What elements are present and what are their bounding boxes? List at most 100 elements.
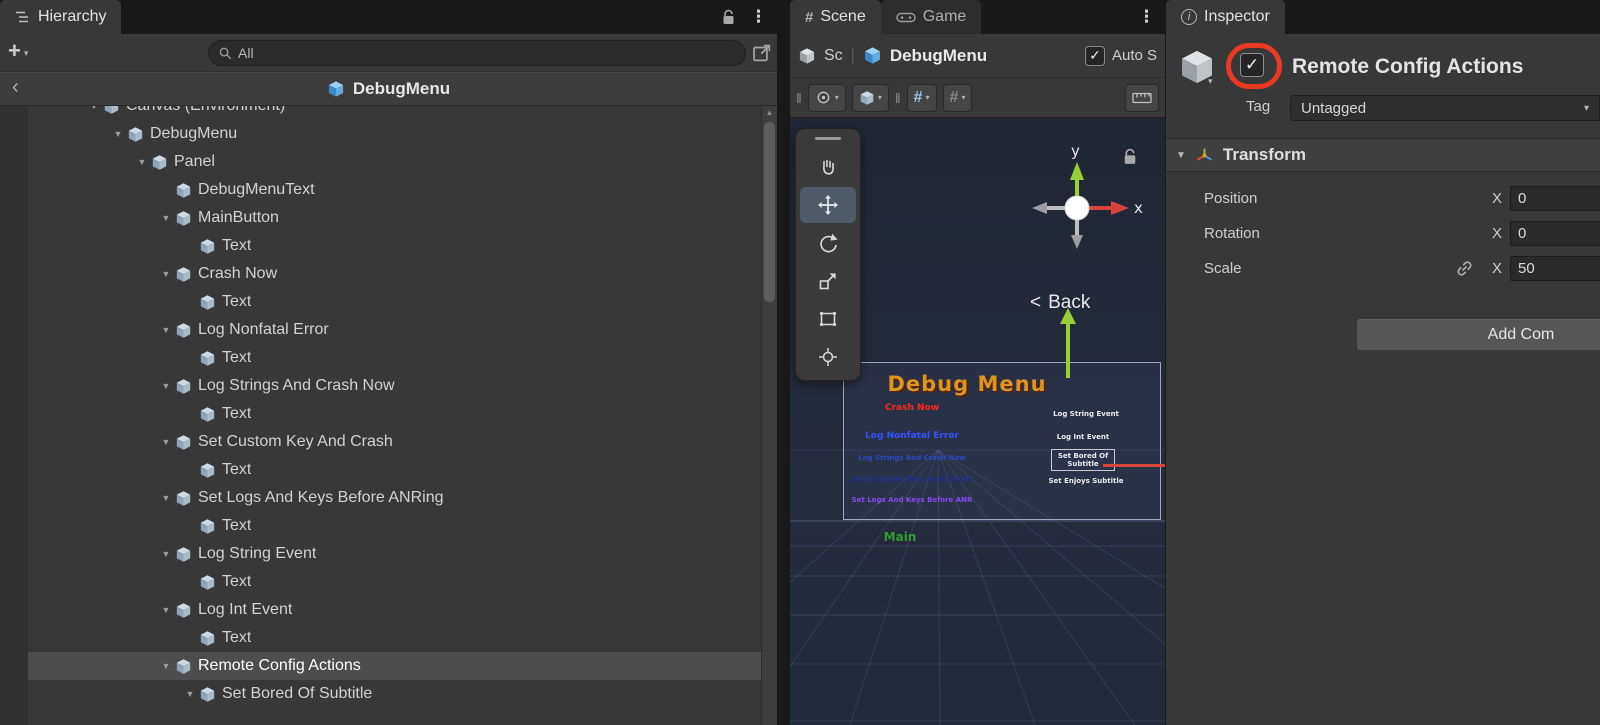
tree-item[interactable]: Text — [28, 232, 761, 260]
hierarchy-scrollbar[interactable]: ▲ — [761, 106, 777, 725]
tree-item[interactable]: ▼Set Bored Of Subtitle — [28, 680, 761, 708]
lock-icon[interactable] — [721, 9, 736, 26]
tree-item[interactable]: ▼ MainButton — [28, 204, 761, 232]
foldout-open-icon[interactable]: ▼ — [109, 129, 127, 139]
rotate-tool-button[interactable] — [800, 225, 856, 261]
search-input[interactable] — [238, 45, 736, 61]
tree-item[interactable]: ▼Canvas (Environment) — [28, 106, 761, 120]
snap-grid-dropdown[interactable]: # ▾ — [943, 84, 973, 112]
foldout-open-icon[interactable]: ▼ — [181, 689, 199, 699]
rotation-x-field[interactable] — [1510, 221, 1600, 246]
tree-item[interactable]: Text — [28, 288, 761, 316]
rect-tool-button[interactable] — [800, 301, 856, 337]
position-label: Position — [1204, 190, 1257, 207]
active-checkbox[interactable]: ✓ — [1240, 53, 1264, 77]
tree-item[interactable]: ▼Set Logs And Keys Before ANRing — [28, 484, 761, 512]
prefab-cube-icon — [327, 80, 345, 98]
tag-dropdown[interactable]: Untagged ▾ — [1290, 95, 1600, 121]
tree-item[interactable]: ▼Log String Event — [28, 540, 761, 568]
scroll-up-icon[interactable]: ▲ — [762, 108, 777, 117]
tree-item-label: Set Custom Key And Crash — [198, 433, 393, 451]
tree-item-label: Crash Now — [198, 265, 277, 283]
foldout-open-icon[interactable]: ▼ — [85, 106, 103, 111]
autosave-toggle[interactable]: ✓ Auto S — [1085, 46, 1157, 66]
cube-icon — [859, 90, 875, 106]
view-options-dropdown[interactable]: ▾ — [852, 84, 889, 112]
scrollbar-thumb[interactable] — [764, 122, 775, 302]
draw-mode-dropdown[interactable]: ▾ — [808, 84, 846, 112]
move-handle-x-axis[interactable] — [1103, 464, 1165, 467]
foldout-open-icon[interactable]: ▼ — [157, 213, 175, 223]
hierarchy-search-field[interactable] — [208, 40, 746, 66]
foldout-open-icon[interactable]: ▼ — [157, 325, 175, 335]
tab-game[interactable]: Game — [881, 0, 982, 34]
scene-viewport[interactable]: Debug MenuCrash NowLog Nonfatal ErrorLog… — [790, 118, 1165, 725]
cube-icon — [175, 434, 192, 451]
search-popout-icon[interactable] — [751, 42, 773, 64]
tree-item[interactable]: ▼ Crash Now — [28, 260, 761, 288]
tree-item[interactable]: ▼Log Strings And Crash Now — [28, 372, 761, 400]
chevron-down-icon[interactable]: ▾ — [1208, 76, 1213, 87]
snap-increment-button[interactable] — [1125, 84, 1159, 112]
kebab-menu-icon[interactable]: ⋮ — [1138, 7, 1155, 27]
tree-item[interactable]: ▼Panel — [28, 148, 761, 176]
grid-visibility-dropdown[interactable]: # ▾ — [907, 84, 937, 112]
kebab-menu-icon[interactable]: ⋮ — [750, 7, 767, 27]
foldout-open-icon[interactable]: ▼ — [157, 381, 175, 391]
tree-item[interactable]: DebugMenuText — [28, 176, 761, 204]
transform-component-header[interactable]: ▼ Transform — [1166, 138, 1600, 172]
search-icon — [218, 46, 233, 61]
tag-value: Untagged — [1301, 100, 1366, 117]
tab-game-label: Game — [923, 8, 967, 26]
breadcrumb-label[interactable]: DebugMenu — [353, 79, 450, 99]
tree-item[interactable]: Text — [28, 344, 761, 372]
create-object-button[interactable]: + ▾ — [8, 40, 28, 62]
scene-grid-icon: # — [805, 9, 813, 26]
foldout-open-icon[interactable]: ▼ — [157, 493, 175, 503]
foldout-open-icon[interactable]: ▼ — [157, 661, 175, 671]
foldout-open-icon[interactable]: ▼ — [157, 605, 175, 615]
position-x-field[interactable] — [1510, 186, 1600, 211]
cube-icon — [175, 266, 192, 283]
scene-crumb-label[interactable]: Sc — [824, 47, 843, 65]
tree-item[interactable]: ▼Log Int Event — [28, 596, 761, 624]
foldout-open-icon[interactable]: ▼ — [157, 437, 175, 447]
tree-item[interactable]: ▼DebugMenu — [28, 120, 761, 148]
prefab-name-label: DebugMenu — [890, 46, 987, 66]
transform-tool-button[interactable] — [800, 339, 856, 375]
breadcrumb-back-button[interactable]: ‹ — [12, 76, 19, 99]
toolbar-drag-handle[interactable]: ‖ — [796, 90, 802, 106]
scale-tool-button[interactable] — [800, 263, 856, 299]
tree-item-label: Text — [222, 293, 251, 311]
tree-item[interactable]: Text — [28, 568, 761, 596]
move-icon — [817, 194, 839, 216]
chevron-down-icon: ▾ — [835, 93, 839, 102]
tree-item[interactable]: Text — [28, 400, 761, 428]
tree-item[interactable]: ▼Remote Config Actions — [28, 652, 761, 680]
link-scale-icon[interactable] — [1454, 258, 1475, 279]
tab-scene[interactable]: # Scene — [790, 0, 881, 34]
add-component-button[interactable]: Add Com — [1356, 318, 1600, 351]
tab-inspector[interactable]: i Inspector — [1166, 0, 1285, 34]
tree-item[interactable]: Text — [28, 456, 761, 484]
tree-item[interactable]: Text — [28, 512, 761, 540]
foldout-open-icon[interactable]: ▼ — [157, 549, 175, 559]
foldout-open-icon[interactable]: ▼ — [1176, 150, 1186, 161]
tree-item[interactable]: Text — [28, 624, 761, 652]
tree-item[interactable]: ▼ Set Custom Key And Crash — [28, 428, 761, 456]
tree-item[interactable]: ▼Log Nonfatal Error — [28, 316, 761, 344]
move-tool-button[interactable] — [800, 187, 856, 223]
scale-x-field[interactable] — [1510, 256, 1600, 281]
inspector-header: ▾ ✓ Remote Config Actions — [1166, 44, 1600, 92]
foldout-open-icon[interactable]: ▼ — [157, 269, 175, 279]
palette-drag-handle[interactable] — [815, 137, 841, 140]
hand-tool-button[interactable] — [800, 149, 856, 185]
inspector-object-title: Remote Config Actions — [1292, 55, 1523, 79]
move-handle-y-axis[interactable] — [1056, 306, 1080, 380]
toolbar-separator: ‖ — [895, 90, 901, 106]
gizmo-lock-icon[interactable] — [1122, 148, 1138, 166]
foldout-open-icon[interactable]: ▼ — [133, 157, 151, 167]
autosave-checkbox[interactable]: ✓ — [1085, 46, 1105, 66]
tree-item-label: MainButton — [198, 209, 279, 227]
tab-hierarchy[interactable]: Hierarchy — [0, 0, 121, 34]
